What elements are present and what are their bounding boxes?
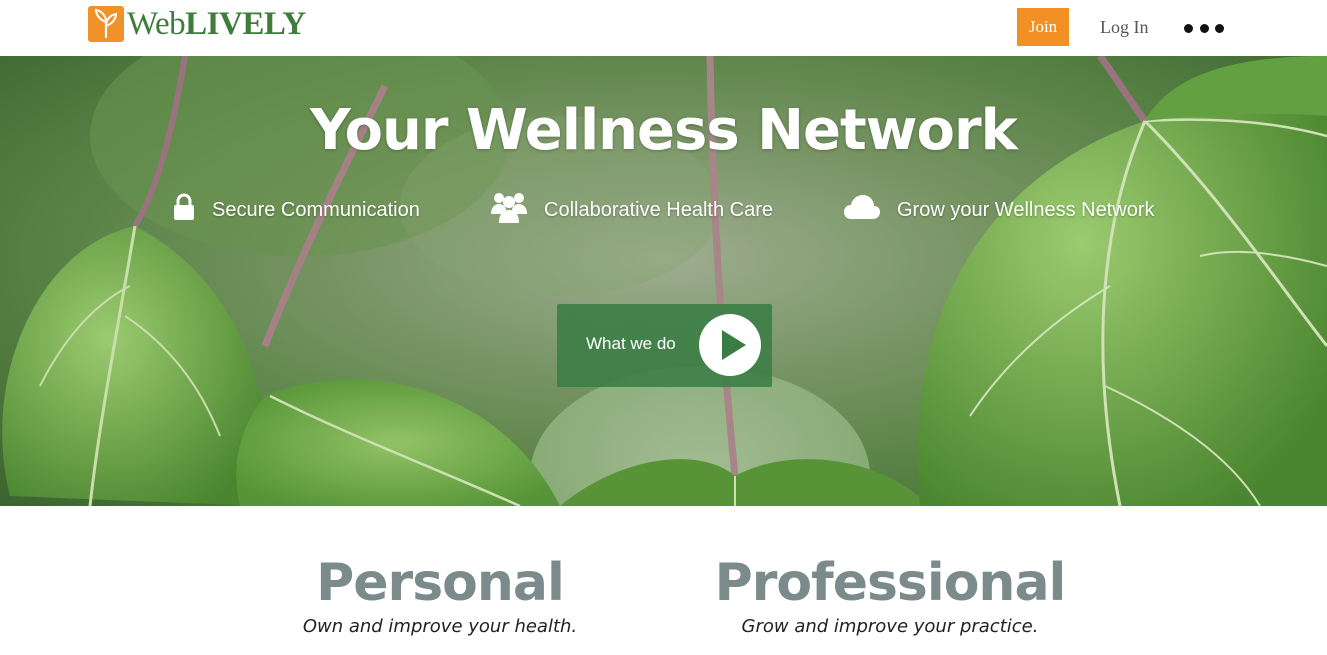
users-icon (490, 190, 528, 230)
feature-grow-network: Grow your Wellness Network (843, 192, 1154, 228)
personal-section[interactable]: Personal Own and improve your health. (290, 553, 590, 639)
professional-title: Professional (714, 553, 1067, 613)
sprout-icon (88, 6, 124, 42)
feature-collaborative-health-care: Collaborative Health Care (490, 192, 773, 228)
cloud-icon (843, 194, 881, 226)
brand-name-regular: Web (127, 6, 186, 42)
professional-section[interactable]: Professional Grow and improve your pract… (690, 553, 1090, 639)
brand-name: WebLIVELY (127, 6, 306, 42)
brand-name-bold: LIVELY (185, 6, 306, 42)
what-we-do-button[interactable]: What we do (557, 304, 772, 387)
feature-secure-communication: Secure Communication (172, 192, 420, 228)
join-button[interactable]: Join (1017, 8, 1069, 46)
professional-subtitle: Grow and improve your practice. (741, 616, 1039, 637)
dot (1184, 23, 1193, 33)
dot (1215, 23, 1224, 33)
lock-icon (172, 193, 196, 227)
feature-label: Secure Communication (212, 198, 420, 221)
top-navbar: WebLIVELY Join Log In (0, 0, 1327, 56)
hero-banner: Your Wellness Network Secure Communicati… (0, 56, 1327, 506)
play-icon (699, 314, 761, 376)
cta-label: What we do (586, 334, 676, 353)
feature-label: Collaborative Health Care (544, 198, 774, 221)
personal-subtitle: Own and improve your health. (302, 616, 578, 637)
brand-logo[interactable]: WebLIVELY (88, 6, 306, 42)
hero-title: Your Wellness Network (310, 98, 1018, 163)
personal-title: Personal (316, 553, 565, 613)
dot (1199, 23, 1209, 33)
login-link[interactable]: Log In (1100, 8, 1149, 46)
feature-label: Grow your Wellness Network (897, 198, 1155, 221)
more-dots-icon[interactable] (1184, 22, 1224, 34)
